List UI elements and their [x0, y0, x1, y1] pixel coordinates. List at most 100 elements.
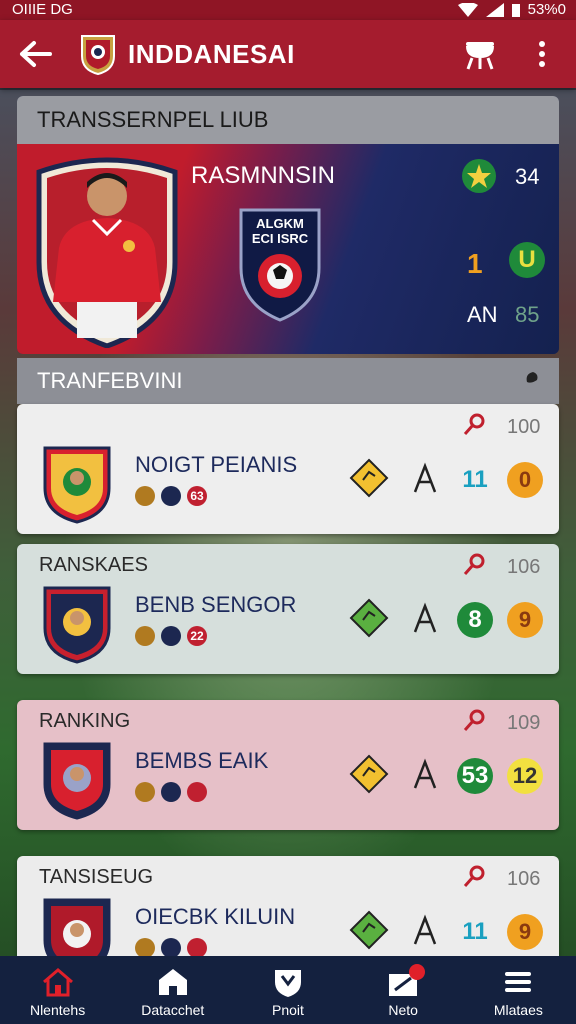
nav-label-neto: Neto [388, 1002, 418, 1018]
battery-icon [511, 4, 520, 17]
card-mini-icons [135, 938, 207, 958]
pin-icon[interactable] [461, 864, 487, 890]
card-mini-icons: 63 [135, 486, 207, 506]
card-header: RANSKAES [39, 554, 148, 576]
grill-icon[interactable] [462, 36, 498, 72]
nav-item-menu[interactable]: Mlataes [468, 956, 568, 1024]
hero-stat-label: AN [467, 302, 498, 327]
mini-badge-icon [135, 626, 155, 646]
nav-label-menu: Mlataes [493, 1002, 543, 1018]
card-stat-b: 9 [507, 602, 543, 638]
hero-stat-mid: 1 [467, 248, 483, 279]
menu-icon [505, 972, 532, 992]
diamond-badge-icon [349, 910, 389, 950]
diamond-badge-icon [349, 754, 389, 794]
section-title: TRANFEBVINI [37, 368, 183, 393]
nav-item-neto[interactable]: Neto [353, 956, 453, 1024]
card-crest-icon [43, 742, 111, 820]
mini-badge-icon [135, 938, 155, 958]
mini-badge-icon [187, 938, 207, 958]
mini-badge-icon [135, 486, 155, 506]
hero-stat-badge: U [509, 242, 545, 278]
card-score: 106 [507, 556, 541, 578]
more-vert-icon[interactable] [530, 36, 554, 72]
arrow-swirl-icon [413, 462, 437, 493]
hero-header: TRANSSERNPEL LIUB [17, 96, 559, 144]
card-crest-icon [43, 586, 111, 664]
home-icon [42, 968, 73, 997]
card-header: RANKING [39, 710, 131, 732]
mini-badge-icon [161, 782, 181, 802]
mini-badge-icon: 22 [187, 626, 207, 646]
mini-badge-icon [161, 938, 181, 958]
card-player-name: BENB SENGOR [135, 592, 297, 617]
hero-stat-badge-text: U [518, 246, 536, 273]
pin-icon[interactable] [461, 708, 487, 734]
card-score: 106 [507, 868, 541, 890]
card-crest-icon [43, 446, 111, 524]
hero-card[interactable]: TRANSSERNPEL LIUB RASMNNSIN ALGKM ECI IS… [17, 96, 559, 354]
app-bar: INDDANESAI [0, 20, 576, 88]
club-logo-icon [81, 35, 115, 76]
card-stat-b: 12 [507, 758, 543, 794]
crest-text-line2: ECI ISRC [251, 231, 309, 246]
card-score: 109 [507, 712, 541, 734]
card-stat-b: 0 [507, 462, 543, 498]
status-indicators: 53%0 [457, 0, 566, 20]
back-arrow-icon[interactable] [16, 34, 56, 74]
transfer-card[interactable]: NOIGT PEIANIS 63 100 11 0 [17, 404, 559, 534]
hero-body: RASMNNSIN ALGKM ECI ISRC 34 1 U AN 85 [17, 144, 559, 354]
mini-badge-icon [161, 486, 181, 506]
arrow-swirl-icon [413, 602, 437, 633]
app-title: INDDANESAI [128, 39, 295, 69]
status-time: OIIIE DG [12, 1, 73, 18]
bottom-nav: Nlentehs Datacchet Pnoit Neto Mlataes [0, 956, 576, 1024]
star-badge-icon [462, 159, 496, 193]
shield-icon [274, 970, 301, 997]
card-player-name: BEMBS EAIK [135, 748, 269, 773]
nav-label-data: Datacchet [141, 1002, 205, 1018]
pin-icon[interactable] [515, 368, 541, 394]
wifi-icon [457, 3, 478, 17]
nav-item-home[interactable]: Nlentehs [8, 956, 108, 1024]
mini-badge-icon: 63 [187, 486, 207, 506]
hero-stat-top: 34 [515, 164, 540, 189]
nav-item-data[interactable]: Datacchet [123, 956, 223, 1024]
card-mini-icons: 22 [135, 626, 207, 646]
card-stat-a: 53 [457, 758, 493, 794]
mini-badge-icon [161, 626, 181, 646]
card-mini-icons [135, 782, 207, 802]
mini-badge-icon [135, 782, 155, 802]
transfer-card[interactable]: RANSKAES BENB SENGOR 22 106 8 9 [17, 544, 559, 674]
mini-badge-icon [187, 782, 207, 802]
card-stat-a: 11 [462, 918, 488, 945]
card-stat-b: 9 [507, 914, 543, 950]
card-player-name: OIECBK KILUIN [135, 904, 296, 929]
card-header: TANSISEUG [39, 866, 154, 888]
nav-item-point[interactable]: Pnoit [238, 956, 338, 1024]
battery-percent: 53%0 [527, 1, 566, 18]
pin-icon[interactable] [461, 412, 487, 438]
arrow-swirl-icon [413, 758, 437, 789]
signal-icon [485, 3, 504, 17]
club-crest: ALGKM ECI ISRC [237, 204, 323, 322]
pin-icon[interactable] [461, 552, 487, 578]
card-stat-a: 8 [457, 602, 493, 638]
nav-label-point: Pnoit [272, 1002, 304, 1018]
section-header: TRANFEBVINI [17, 358, 559, 404]
nav-label-home: Nlentehs [29, 1002, 86, 1018]
card-score: 100 [507, 416, 541, 438]
diamond-badge-icon [349, 598, 389, 638]
player-name: RASMNNSIN [191, 162, 336, 189]
status-bar: OIIIE DG 53%0 [0, 0, 576, 20]
card-player-name: NOIGT PEIANIS [135, 452, 298, 477]
transfer-card[interactable]: RANKING BEMBS EAIK 109 53 12 [17, 700, 559, 830]
hero-stat-label2: 85 [515, 302, 540, 327]
crest-text-line1: ALGKM [256, 216, 304, 231]
diamond-badge-icon [349, 458, 389, 498]
card-stat-a: 11 [462, 466, 488, 493]
house-icon [158, 969, 187, 995]
notification-badge [409, 964, 426, 980]
arrow-swirl-icon [413, 914, 437, 945]
player-photo [36, 157, 178, 348]
